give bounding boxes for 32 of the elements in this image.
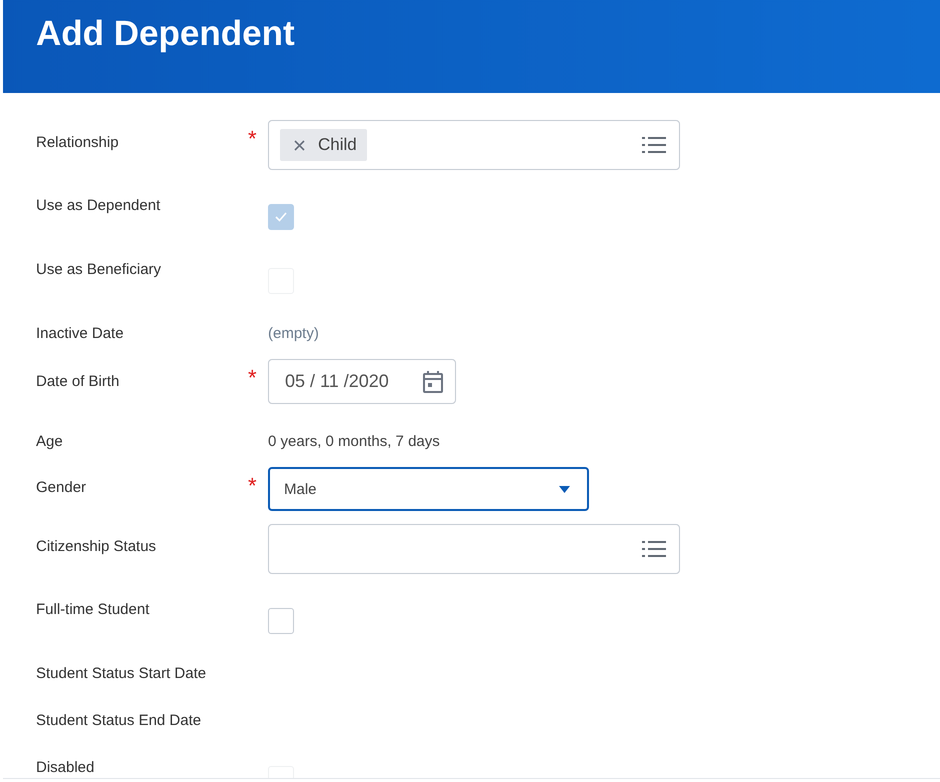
- field-label: Citizenship Status: [36, 538, 158, 555]
- field-label: Student Status Start Date: [36, 665, 208, 682]
- check-icon: [274, 211, 288, 223]
- selected-tag[interactable]: Child: [280, 129, 367, 161]
- prompt-field[interactable]: [268, 524, 680, 574]
- calendar-icon[interactable]: [422, 370, 444, 394]
- checkbox[interactable]: [268, 608, 294, 634]
- list-icon[interactable]: [642, 136, 666, 154]
- prompt-field[interactable]: Child: [268, 120, 680, 170]
- field-label: Full-time Student: [36, 601, 150, 618]
- field-value: 0 years, 0 months, 7 days: [268, 433, 440, 450]
- remove-icon[interactable]: [294, 140, 305, 150]
- required-asterisk: *: [248, 473, 257, 498]
- required-asterisk: *: [248, 126, 257, 151]
- field-label: Use as Beneficiary: [36, 261, 162, 278]
- field-label: Disabled: [36, 759, 96, 776]
- field-label: Relationship: [36, 134, 120, 151]
- field-label: Date of Birth: [36, 373, 120, 390]
- required-asterisk: *: [248, 365, 257, 390]
- tag-text: Child: [318, 135, 357, 155]
- date-value: 05 / 11 /2020: [285, 371, 389, 392]
- page-title: Add Dependent: [36, 14, 295, 54]
- field-label: Gender: [36, 479, 88, 496]
- dropdown-caret-icon[interactable]: [559, 486, 570, 492]
- list-icon[interactable]: [642, 540, 666, 558]
- field-value: (empty): [268, 325, 319, 342]
- field-label: Age: [36, 433, 64, 450]
- field-label: Use as Dependent: [36, 197, 162, 214]
- dropdown-field[interactable]: Male: [268, 467, 589, 511]
- date-field[interactable]: 05 / 11 /2020: [268, 359, 456, 404]
- field-label: Inactive Date: [36, 325, 125, 342]
- field-label: Student Status End Date: [36, 712, 202, 729]
